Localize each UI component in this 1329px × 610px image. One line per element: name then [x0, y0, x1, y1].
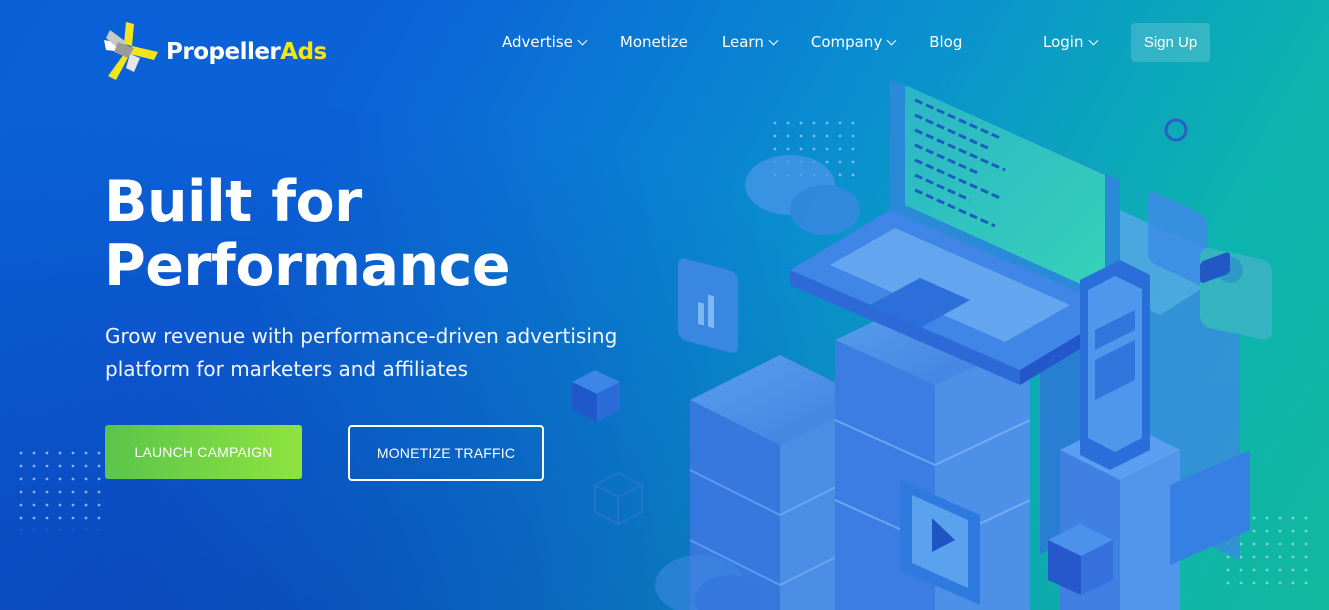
brand-name-part1: Propeller	[166, 39, 281, 65]
hero-subtitle-line1: Grow revenue with performance-driven adv…	[105, 324, 618, 348]
signup-button[interactable]: Sign Up	[1131, 23, 1210, 62]
nav-item-monetize[interactable]: Monetize	[620, 33, 688, 51]
login-dropdown[interactable]: Login	[1043, 33, 1099, 51]
chevron-down-icon	[768, 35, 779, 45]
launch-campaign-button[interactable]: LAUNCH CAMPAIGN	[105, 425, 302, 479]
hero-title-line1: Built for	[104, 169, 362, 235]
trophy-icon	[1148, 118, 1208, 287]
nav-item-label: Blog	[929, 33, 963, 51]
nav-item-label: Advertise	[502, 33, 573, 51]
hero-title: Built for Performance	[104, 170, 604, 298]
cloud-icon	[745, 155, 860, 235]
hero-subtitle-line2: platform for marketers and affiliates	[105, 357, 468, 381]
logo[interactable]: PropellerAds	[104, 22, 327, 82]
phone-icon	[1080, 260, 1150, 470]
brand-name: PropellerAds	[166, 39, 327, 65]
chevron-down-icon	[577, 35, 588, 45]
nav-item-label: Company	[810, 33, 883, 51]
cube-decoration	[592, 471, 645, 526]
site-header: PropellerAds Advertise Monetize Learn Co…	[0, 0, 1329, 86]
nav-item-label: Learn	[721, 33, 764, 51]
chevron-down-icon	[1089, 35, 1099, 45]
nav-item-learn[interactable]: Learn	[721, 33, 779, 51]
isometric-illustration	[572, 80, 1272, 610]
nav-item-advertise[interactable]: Advertise	[502, 33, 588, 51]
dot-grid-decoration-left	[19, 451, 101, 530]
main-nav: Advertise Monetize Learn Company Blog	[502, 33, 962, 51]
hero-title-line2: Performance	[104, 233, 511, 299]
nav-item-company[interactable]: Company	[810, 33, 897, 51]
hero-subtitle: Grow revenue with performance-driven adv…	[105, 320, 625, 386]
nav-item-blog[interactable]: Blog	[929, 33, 962, 51]
brand-name-part2: Ads	[280, 39, 327, 65]
propellerads-logo-icon	[104, 22, 158, 80]
chevron-down-icon	[886, 35, 897, 45]
bar-chart-icon	[678, 258, 738, 353]
nav-item-label: Monetize	[619, 33, 688, 51]
login-label: Login	[1043, 33, 1084, 51]
monetize-traffic-button[interactable]: MONETIZE TRAFFIC	[348, 425, 544, 481]
